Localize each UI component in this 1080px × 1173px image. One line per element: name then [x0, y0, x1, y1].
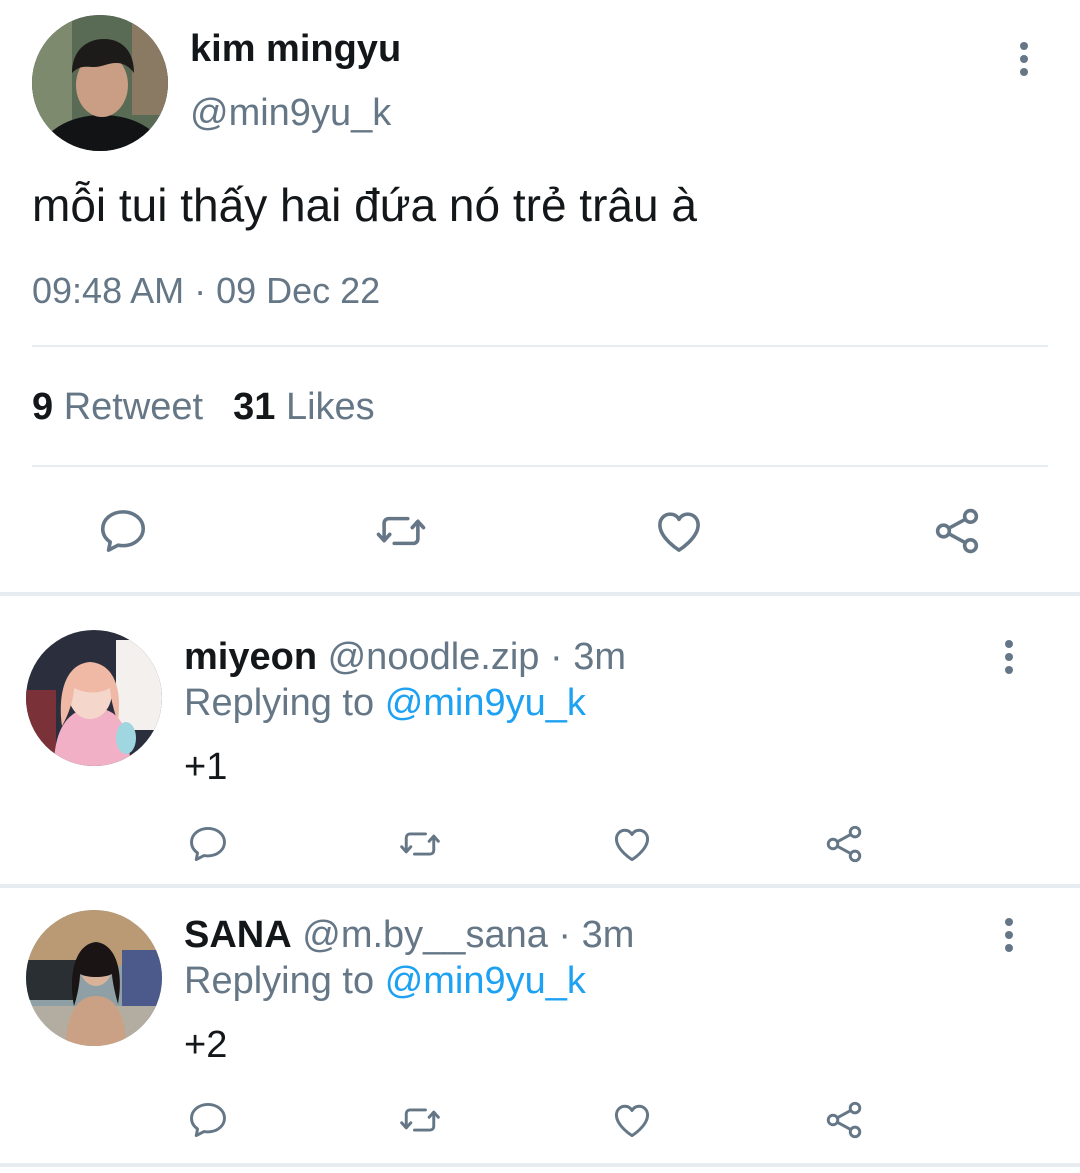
comment-icon	[96, 504, 150, 558]
avatar[interactable]	[32, 15, 168, 151]
tweet-text: mỗi tui thấy hai đứa nó trẻ trâu à	[32, 179, 697, 231]
reply-tweet[interactable]: SANA @m.by__sana · 3m Replying to @min9y…	[0, 888, 1080, 1168]
reply-button[interactable]	[186, 1098, 230, 1142]
retweet-icon	[372, 504, 430, 558]
section-divider	[0, 1163, 1080, 1167]
reply-text: +1	[184, 746, 228, 788]
main-tweet: kim mingyu @min9yu_k mỗi tui thấy hai đứ…	[0, 0, 1080, 592]
more-vertical-icon[interactable]	[1001, 918, 1017, 952]
comment-icon	[186, 822, 230, 866]
reply-button[interactable]	[96, 504, 150, 558]
like-button[interactable]	[652, 504, 706, 558]
replying-to-handle[interactable]: @min9yu_k	[385, 960, 586, 1002]
reply-header: SANA @m.by__sana · 3m	[184, 914, 634, 957]
retweet-button[interactable]	[372, 504, 430, 558]
profile-photo	[26, 910, 162, 1046]
reply-time: · 3m	[558, 914, 635, 956]
replying-to: Replying to @min9yu_k	[184, 682, 586, 725]
retweet-icon	[396, 1098, 444, 1142]
like-button[interactable]	[610, 822, 654, 866]
share-icon	[822, 822, 866, 866]
retweet-label[interactable]: Retweet	[64, 386, 203, 428]
retweet-icon	[396, 822, 444, 866]
avatar[interactable]	[26, 630, 162, 766]
replying-to-label: Replying to	[184, 960, 375, 1002]
comment-icon	[186, 1098, 230, 1142]
reply-text: +2	[184, 1024, 228, 1066]
profile-photo	[32, 15, 168, 151]
heart-icon	[652, 504, 706, 558]
retweet-button[interactable]	[396, 1098, 444, 1142]
like-label[interactable]: Likes	[286, 386, 375, 428]
replying-to-label: Replying to	[184, 682, 375, 724]
display-name[interactable]: kim mingyu	[190, 28, 401, 71]
profile-photo	[26, 630, 162, 766]
more-vertical-icon[interactable]	[1016, 42, 1032, 76]
reply-button[interactable]	[186, 822, 230, 866]
display-name[interactable]: miyeon	[184, 636, 317, 678]
heart-icon	[610, 1098, 654, 1142]
retweet-button[interactable]	[396, 822, 444, 866]
user-handle[interactable]: @noodle.zip	[328, 636, 540, 678]
display-name[interactable]: SANA	[184, 914, 292, 956]
tweet-stats: 9 Retweet 31 Likes	[32, 386, 375, 429]
share-icon	[822, 1098, 866, 1142]
retweet-count[interactable]: 9	[32, 386, 53, 428]
user-handle[interactable]: @m.by__sana	[302, 914, 548, 956]
like-count[interactable]: 31	[233, 386, 275, 428]
avatar[interactable]	[26, 910, 162, 1046]
reply-header: miyeon @noodle.zip · 3m	[184, 636, 626, 679]
reply-time: · 3m	[550, 636, 626, 678]
replying-to-handle[interactable]: @min9yu_k	[385, 682, 586, 724]
like-button[interactable]	[610, 1098, 654, 1142]
share-icon	[930, 504, 984, 558]
replying-to: Replying to @min9yu_k	[184, 960, 586, 1003]
more-vertical-icon[interactable]	[1001, 640, 1017, 674]
tweet-timestamp: 09:48 AM · 09 Dec 22	[32, 270, 381, 311]
user-handle[interactable]: @min9yu_k	[190, 92, 391, 135]
reply-tweet[interactable]: miyeon @noodle.zip · 3m Replying to @min…	[0, 596, 1080, 884]
heart-icon	[610, 822, 654, 866]
share-button[interactable]	[930, 504, 984, 558]
share-button[interactable]	[822, 1098, 866, 1142]
divider	[32, 345, 1048, 347]
divider	[32, 465, 1048, 467]
share-button[interactable]	[822, 822, 866, 866]
